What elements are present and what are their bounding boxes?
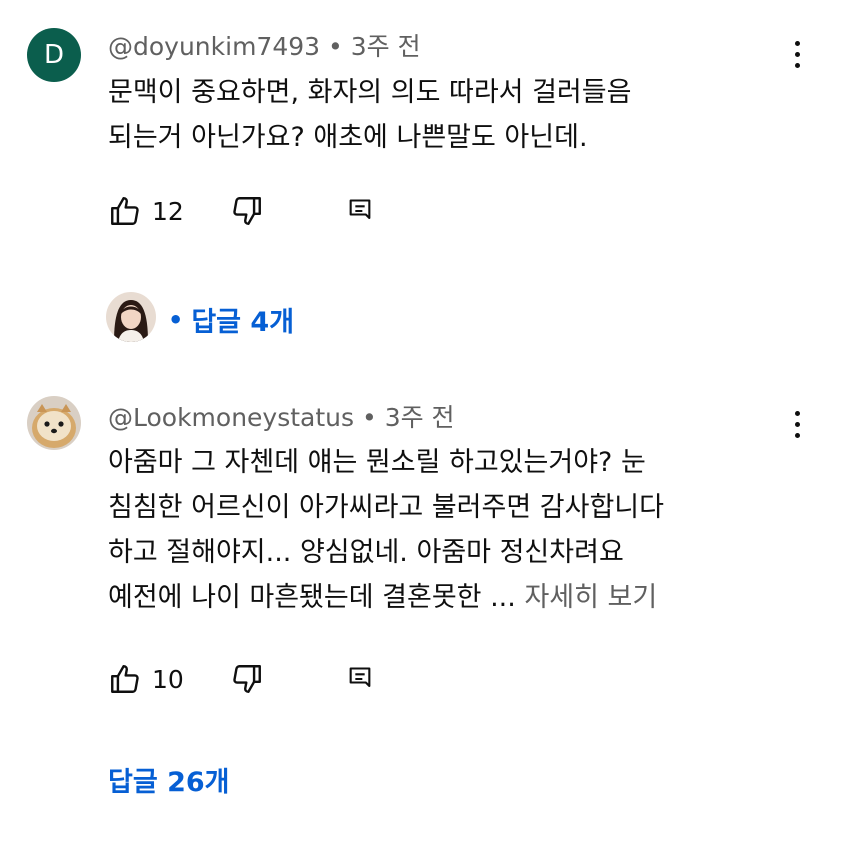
thumbs-up-icon (111, 665, 139, 693)
comment-text: 문맥이 중요하면, 화자의 의도 따라서 걸러들음 되는거 아닌가요? 애초에 … (108, 70, 631, 160)
dislike-button[interactable] (230, 194, 264, 228)
reply-button[interactable] (346, 665, 374, 693)
view-replies-button[interactable]: • 답글 4개 (168, 300, 294, 339)
avatar[interactable]: D (27, 28, 81, 82)
comment-text-line: 되는거 아닌가요? 애초에 나쁜말도 아닌데. (108, 122, 588, 153)
comment-text-line: 침침한 어르신이 아가씨라고 불러주면 감사합니다 (108, 492, 664, 523)
comment-text-line: 아줌마 그 자첸데 얘는 뭔소릴 하고있는거야? 눈 (108, 447, 646, 478)
like-button[interactable]: 10 (108, 662, 184, 696)
more-vert-icon[interactable] (782, 32, 812, 76)
thumbs-up-icon (111, 197, 139, 225)
comment-text-line: 문맥이 중요하면, 화자의 의도 따라서 걸러들음 (108, 77, 632, 108)
comment-text: 아줌마 그 자첸데 얘는 뭔소릴 하고있는거야? 눈 침침한 어르신이 아가씨라… (108, 440, 664, 620)
comment-time[interactable]: 3주 전 (385, 403, 455, 432)
comment-author[interactable]: @Lookmoneystatus (108, 403, 354, 432)
read-more-link[interactable]: 자세히 보기 (524, 582, 657, 613)
reply-icon (349, 199, 371, 220)
thumbs-down-icon (233, 197, 261, 225)
replies-label: 답글 4개 (191, 307, 295, 338)
comment-text-line: 예전에 나이 마흔됐는데 결혼못한 ... 자세히 보기 (108, 575, 664, 620)
like-count: 12 (152, 196, 184, 226)
comment-text-truncated: 예전에 나이 마흔됐는데 결혼못한 ... (108, 582, 516, 613)
reply-icon (349, 667, 371, 688)
avatar-letter: D (43, 40, 65, 70)
thumbs-down-icon (233, 665, 261, 693)
comment-meta: @doyunkim7493 • 3주 전 (108, 27, 421, 63)
like-count: 10 (152, 664, 184, 694)
meta-separator: • (362, 403, 385, 432)
comment-meta: @Lookmoneystatus • 3주 전 (108, 398, 455, 434)
dislike-button[interactable] (230, 662, 264, 696)
meta-separator: • (328, 32, 351, 61)
reply-author-avatar (106, 292, 156, 342)
comment-text-line: 하고 절해야지... 양심없네. 아줌마 정신차려요 (108, 537, 624, 568)
comment-author[interactable]: @doyunkim7493 (108, 32, 320, 61)
comment-time[interactable]: 3주 전 (351, 32, 421, 61)
like-button[interactable]: 12 (108, 194, 184, 228)
dot-separator: • (168, 305, 184, 334)
reply-button[interactable] (346, 197, 374, 225)
more-vert-icon[interactable] (782, 402, 812, 446)
view-replies-button[interactable]: 답글 26개 (108, 760, 230, 799)
avatar[interactable] (27, 396, 81, 450)
replies-label: 답글 26개 (108, 767, 230, 798)
